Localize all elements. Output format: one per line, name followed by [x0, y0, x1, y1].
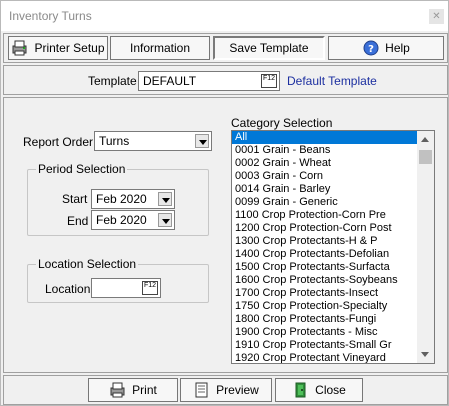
- category-item[interactable]: 1500 Crop Protectants-Surfacta: [232, 261, 418, 274]
- category-item[interactable]: 1700 Crop Protectants-Insect: [232, 287, 418, 300]
- category-selection-label: Category Selection: [231, 116, 333, 130]
- end-period-value: Feb 2020: [96, 213, 147, 227]
- svg-text:?: ?: [368, 44, 374, 55]
- preview-label: Preview: [216, 383, 259, 397]
- location-lookup-icon[interactable]: F12: [142, 281, 158, 295]
- exit-door-icon: [292, 382, 310, 398]
- save-template-button[interactable]: Save Template: [213, 36, 325, 60]
- category-item[interactable]: 0014 Grain - Barley: [232, 183, 418, 196]
- category-item[interactable]: All: [232, 131, 418, 144]
- category-item[interactable]: 0001 Grain - Beans: [232, 144, 418, 157]
- category-item[interactable]: 0003 Grain - Corn: [232, 170, 418, 183]
- category-item[interactable]: 1900 Crop Protectants - Misc: [232, 326, 418, 339]
- end-label: End: [67, 214, 89, 228]
- report-order-select[interactable]: Turns: [94, 131, 212, 151]
- printer-setup-icon: [11, 40, 29, 56]
- close-label: Close: [315, 383, 346, 397]
- scroll-up-icon[interactable]: [417, 131, 434, 148]
- category-item[interactable]: 1200 Crop Protection-Corn Post: [232, 222, 418, 235]
- information-label: Information: [129, 41, 191, 55]
- window-title: Inventory Turns: [9, 9, 92, 23]
- help-icon: ?: [362, 40, 380, 56]
- category-item[interactable]: 1600 Crop Protectants-Soybeans: [232, 274, 418, 287]
- preview-button[interactable]: Preview: [180, 378, 272, 402]
- title-bar: Inventory Turns ✕: [1, 1, 448, 31]
- category-item[interactable]: 0099 Grain - Generic: [232, 196, 418, 209]
- category-item[interactable]: 1300 Crop Protectants-H & P: [232, 235, 418, 248]
- preview-icon: [193, 382, 211, 398]
- period-selection-legend: Period Selection: [38, 162, 126, 176]
- information-button[interactable]: Information: [110, 36, 210, 60]
- close-button[interactable]: Close: [275, 378, 363, 402]
- location-input[interactable]: F12: [91, 278, 161, 298]
- chevron-down-icon[interactable]: [195, 134, 209, 148]
- location-selection-legend: Location Selection: [38, 257, 137, 271]
- chevron-down-icon[interactable]: [158, 213, 172, 227]
- chevron-down-icon[interactable]: [158, 192, 172, 206]
- main-panel: Report Order Turns Period Selection Star…: [3, 97, 448, 373]
- save-template-label: Save Template: [229, 41, 309, 55]
- bottom-bar: Print Preview Close: [3, 375, 448, 405]
- start-label: Start: [62, 192, 88, 206]
- start-period-select[interactable]: Feb 2020: [91, 189, 175, 209]
- report-order-value: Turns: [99, 134, 130, 148]
- location-label: Location: [45, 282, 91, 296]
- help-label: Help: [385, 41, 410, 55]
- end-period-select[interactable]: Feb 2020: [91, 210, 175, 230]
- inventory-turns-window: Inventory Turns ✕ Printer Setup Informat…: [0, 0, 449, 406]
- start-period-value: Feb 2020: [96, 192, 147, 206]
- template-value: DEFAULT: [143, 74, 197, 88]
- printer-setup-button[interactable]: Printer Setup: [8, 36, 108, 60]
- template-label: Template: [88, 74, 137, 88]
- scroll-thumb[interactable]: [419, 150, 432, 164]
- category-scrollbar[interactable]: [417, 131, 434, 363]
- report-order-label: Report Order: [23, 135, 94, 149]
- help-button[interactable]: ? Help: [328, 36, 444, 60]
- category-item[interactable]: 1100 Crop Protection-Corn Pre: [232, 209, 418, 222]
- template-description: Default Template: [287, 74, 377, 88]
- category-item[interactable]: 1920 Crop Protectant Vineyard: [232, 352, 418, 363]
- category-listbox[interactable]: All 0001 Grain - Beans 0002 Grain - Wheat 0…: [231, 130, 435, 364]
- print-icon: [109, 382, 127, 398]
- category-item[interactable]: 1800 Crop Protectants-Fungi: [232, 313, 418, 326]
- toolbar: Printer Setup Information Save Template …: [3, 33, 448, 63]
- printer-setup-label: Printer Setup: [34, 41, 105, 55]
- print-button[interactable]: Print: [88, 378, 178, 402]
- category-item[interactable]: 1910 Crop Protectants-Small Gr: [232, 339, 418, 352]
- template-lookup-icon[interactable]: F12: [261, 74, 277, 88]
- print-label: Print: [132, 383, 157, 397]
- category-item[interactable]: 1400 Crop Protectants-Defolian: [232, 248, 418, 261]
- template-input[interactable]: DEFAULT F12: [138, 71, 280, 91]
- close-window-button[interactable]: ✕: [429, 9, 444, 24]
- category-item[interactable]: 1750 Crop Protection-Specialty: [232, 300, 418, 313]
- template-bar: Template DEFAULT F12 Default Template: [3, 65, 448, 95]
- scroll-down-icon[interactable]: [417, 346, 434, 363]
- category-items: All 0001 Grain - Beans 0002 Grain - Wheat 0…: [232, 131, 418, 363]
- category-item[interactable]: 0002 Grain - Wheat: [232, 157, 418, 170]
